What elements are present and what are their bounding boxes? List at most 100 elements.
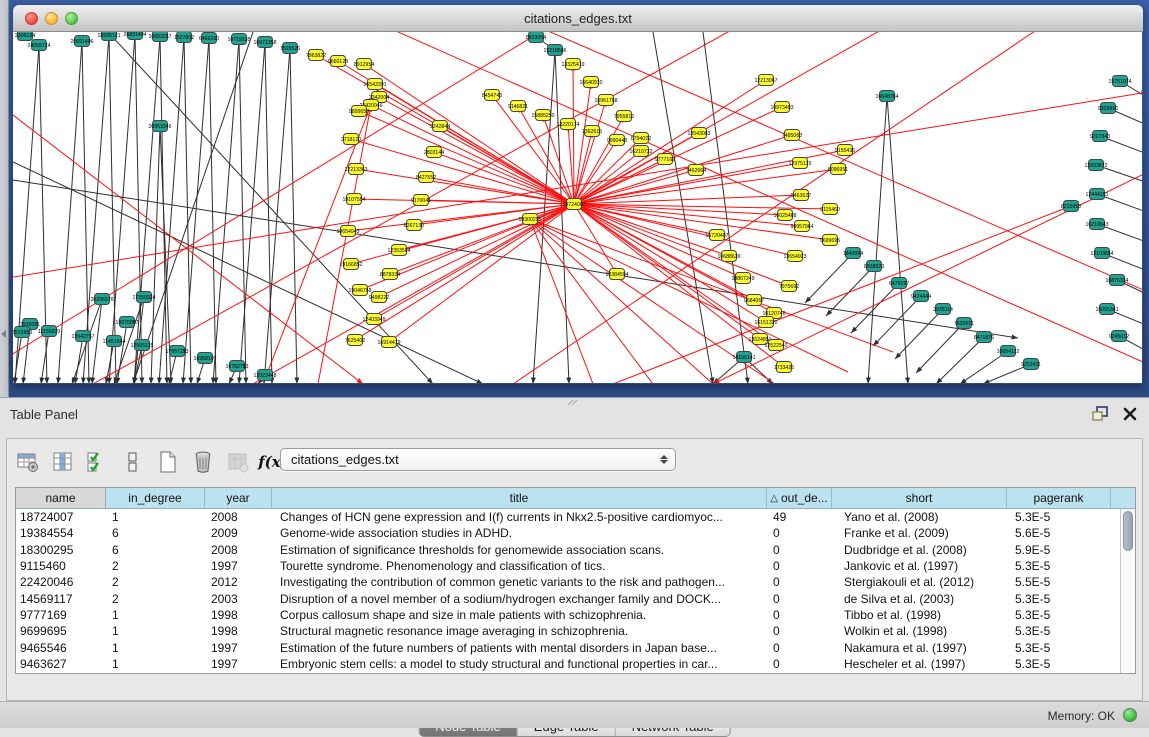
memory-status-indicator[interactable] xyxy=(1123,708,1137,722)
graph-node[interactable]: 20206576 xyxy=(90,294,113,305)
table-cell[interactable]: 9699695 xyxy=(16,624,106,638)
table-cell[interactable]: Franke et al. (2009) xyxy=(832,526,1007,540)
graph-node[interactable]: 8912954 xyxy=(354,59,374,70)
table-cell[interactable]: de Silva et al. (2003) xyxy=(832,592,1007,606)
table-cell[interactable]: 6 xyxy=(106,543,205,557)
graph-node[interactable]: 3913953 xyxy=(13,327,32,338)
table-cell[interactable]: 2008 xyxy=(205,543,272,557)
graph-node[interactable]: 6466160 xyxy=(199,33,219,44)
graph-node[interactable]: 7963822 xyxy=(306,50,326,61)
table-row[interactable]: 1872400712008Changes of HCN gene express… xyxy=(16,509,1135,525)
table-cell[interactable]: 1 xyxy=(106,624,205,638)
column-header-short[interactable]: short xyxy=(832,488,1007,508)
network-window-titlebar[interactable]: citations_edges.txt xyxy=(13,5,1143,32)
table-cell[interactable]: 5.6E-5 xyxy=(1007,526,1111,540)
graph-node[interactable]: 11451944 xyxy=(103,336,126,347)
graph-node[interactable]: 10654112 xyxy=(997,346,1020,357)
graph-node[interactable]: 6794022 xyxy=(631,133,651,144)
column-header-year[interactable]: year xyxy=(205,488,272,508)
table-cell[interactable]: 9465546 xyxy=(16,641,106,655)
graph-node[interactable]: 20953346 xyxy=(148,121,171,132)
table-cell[interactable]: Stergiakouli et al. (2012) xyxy=(832,575,1007,589)
table-cell[interactable]: 2 xyxy=(106,559,205,573)
table-cell[interactable]: Tourette syndrome. Phenomenology and cla… xyxy=(272,559,767,573)
table-row[interactable]: 977716911998Corpus callosum shape and si… xyxy=(16,607,1135,623)
table-cell[interactable]: 18300295 xyxy=(16,543,106,557)
graph-node[interactable]: 1840994 xyxy=(843,248,863,259)
table-cell[interactable]: Estimation of significance thresholds fo… xyxy=(272,543,767,557)
float-panel-icon[interactable] xyxy=(1092,406,1109,422)
graph-node[interactable]: 9777169 xyxy=(655,154,675,165)
graph-node[interactable]: 9252411 xyxy=(1021,359,1041,370)
table-cell[interactable]: 0 xyxy=(767,526,832,540)
show-columns-icon[interactable] xyxy=(50,449,76,475)
table-cell[interactable]: 5.3E-5 xyxy=(1007,608,1111,622)
scrollbar-thumb[interactable] xyxy=(1123,511,1133,551)
graph-node[interactable]: 2935114 xyxy=(933,304,953,315)
table-cell[interactable]: 5.5E-5 xyxy=(1007,575,1111,589)
graph-node[interactable]: 8096951 xyxy=(828,164,848,175)
graph-node[interactable]: 12353584 xyxy=(387,245,410,256)
graph-node[interactable]: 7975692 xyxy=(779,281,799,292)
graph-node[interactable]: 9474444 xyxy=(911,291,931,302)
column-header-in-degree[interactable]: in_degree xyxy=(106,488,205,508)
table-row[interactable]: 1456911722003Disruption of a novel membe… xyxy=(16,590,1135,606)
table-cell[interactable]: Nakamura et al. (1997) xyxy=(832,641,1007,655)
table-cell[interactable]: Estimation of the future numbers of pati… xyxy=(272,641,767,655)
row-height-icon[interactable] xyxy=(120,449,146,475)
graph-node[interactable]: 16648784 xyxy=(875,91,898,102)
table-cell[interactable]: 1 xyxy=(106,510,205,524)
table-cell[interactable]: 5.9E-5 xyxy=(1007,543,1111,557)
graph-node[interactable]: 2718120 xyxy=(341,134,361,145)
table-cell[interactable]: 22420046 xyxy=(16,575,106,589)
graph-node[interactable]: 16671358 xyxy=(253,37,276,48)
graph-node[interactable]: 16210722 xyxy=(629,146,652,157)
table-cell[interactable]: 6 xyxy=(106,526,205,540)
graph-node[interactable]: 9498222 xyxy=(369,292,389,303)
table-cell[interactable]: 1998 xyxy=(205,608,272,622)
table-cell[interactable]: Structural magnetic resonance image aver… xyxy=(272,624,767,638)
table-cell[interactable]: 5.3E-5 xyxy=(1007,641,1111,655)
graph-node[interactable]: 16958107 xyxy=(193,353,216,364)
table-cell[interactable]: Changes of HCN gene expression and I(f) … xyxy=(272,510,767,524)
column-header-title[interactable]: title xyxy=(272,488,767,508)
graph-node[interactable]: 9463627 xyxy=(791,190,811,201)
graph-node[interactable]: 6479197 xyxy=(889,278,909,289)
graph-node[interactable]: 9899657 xyxy=(349,106,369,117)
graph-node[interactable]: 2803144 xyxy=(424,147,444,158)
graph-node[interactable]: 10719135 xyxy=(227,34,250,45)
table-cell[interactable]: 5.3E-5 xyxy=(1007,559,1111,573)
table-cell[interactable]: 0 xyxy=(767,641,832,655)
column-header-pagerank[interactable]: pagerank xyxy=(1007,488,1111,508)
graph-node[interactable]: 15720407 xyxy=(705,230,728,241)
graph-node[interactable]: 13942757 xyxy=(71,331,94,342)
table-cell[interactable]: 2009 xyxy=(205,526,272,540)
table-cell[interactable]: 2003 xyxy=(205,592,272,606)
graph-node[interactable]: 9245012 xyxy=(1109,331,1129,342)
table-cell[interactable]: 5.3E-5 xyxy=(1007,592,1111,606)
table-cell[interactable]: 1 xyxy=(106,608,205,622)
graph-node[interactable]: 8215953 xyxy=(1061,201,1081,212)
graph-node[interactable]: 17359924 xyxy=(132,292,155,303)
graph-node[interactable]: 12444151 xyxy=(1085,189,1108,200)
delete-table-icon[interactable] xyxy=(190,449,216,475)
table-cell[interactable]: 1997 xyxy=(205,559,272,573)
graph-node[interactable]: 9115460 xyxy=(820,204,840,215)
graph-node[interactable]: 19218586 xyxy=(543,45,566,56)
minimize-window-icon[interactable] xyxy=(45,12,58,25)
table-vertical-scrollbar[interactable] xyxy=(1120,509,1135,673)
new-table-icon[interactable] xyxy=(155,449,181,475)
graph-node[interactable]: 8878334 xyxy=(380,269,400,280)
graph-node[interactable]: 9660128 xyxy=(328,56,348,67)
graph-node[interactable]: 12505115 xyxy=(131,340,154,351)
table-cell[interactable]: Genome-wide association studies in ADHD. xyxy=(272,526,767,540)
graph-node[interactable]: 8454743 xyxy=(482,90,502,101)
table-cell[interactable]: 1998 xyxy=(205,624,272,638)
table-cell[interactable]: Jankovic et al. (1997) xyxy=(832,559,1007,573)
table-cell[interactable]: 19384554 xyxy=(16,526,106,540)
table-cell[interactable]: 49 xyxy=(767,510,832,524)
graph-node[interactable]: 18107554 xyxy=(342,194,365,205)
graph-node[interactable]: 8427552 xyxy=(416,172,436,183)
graph-node[interactable]: 9990448 xyxy=(607,135,627,146)
panel-collapse-icon[interactable] xyxy=(1,330,6,338)
